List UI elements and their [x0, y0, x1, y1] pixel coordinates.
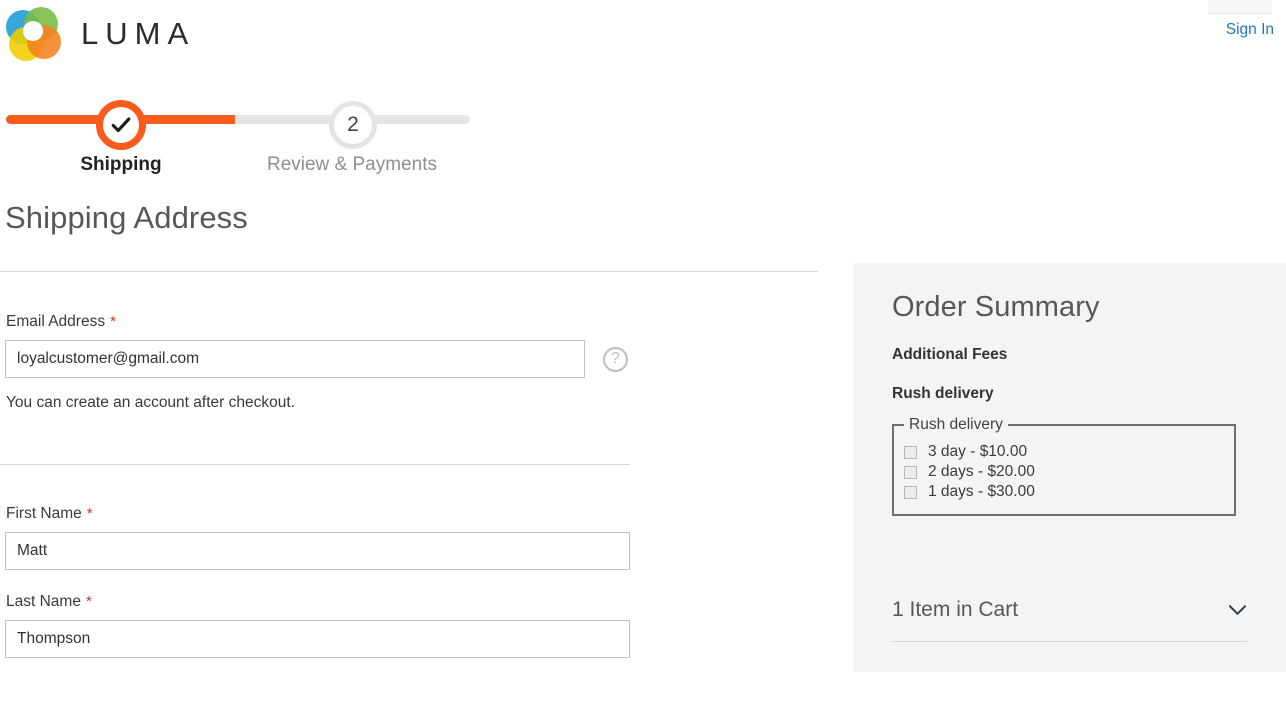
step-label-review-payments[interactable]: Review & Payments [231, 154, 473, 176]
chevron-down-icon[interactable] [1228, 604, 1247, 616]
rush-delivery-heading: Rush delivery [892, 385, 994, 402]
step-marker-review-payments[interactable]: 2 [329, 101, 377, 149]
cart-items-toggle[interactable]: 1 Item in Cart [892, 598, 1247, 642]
rush-option-2-days-label: 2 days - $20.00 [928, 463, 1035, 480]
rush-option-2-days-checkbox[interactable] [904, 465, 917, 479]
order-summary-panel: Order Summary Additional Fees Rush deliv… [853, 263, 1286, 672]
luma-logo-icon [6, 5, 64, 63]
header-corner-panel [1208, 0, 1272, 14]
additional-fees-heading: Additional Fees [892, 346, 1008, 363]
sign-in-link[interactable]: Sign In [1226, 21, 1274, 39]
step-marker-shipping[interactable] [96, 100, 146, 150]
rush-option-1-days[interactable]: 1 days - $30.00 [904, 483, 1224, 501]
email-label-text: Email Address [6, 313, 106, 330]
email-field-label: Email Address * [6, 313, 830, 331]
form-spacer [0, 412, 830, 464]
page-header: LUMA Sign In [0, 0, 1286, 72]
last-name-label-text: Last Name [6, 593, 81, 610]
rush-delivery-legend: Rush delivery [909, 416, 1003, 433]
first-name-required-marker: * [86, 505, 93, 522]
help-question-icon[interactable]: ? [603, 346, 628, 372]
section-divider-top [0, 271, 818, 272]
last-name-field-group: Last Name * [0, 593, 830, 658]
last-name-input[interactable] [5, 620, 630, 658]
brand-wordmark: LUMA [81, 16, 196, 51]
section-divider-middle [0, 464, 630, 465]
cart-items-count-label: 1 Item in Cart [892, 598, 1019, 621]
email-help-note: You can create an account after checkout… [6, 394, 295, 411]
rush-option-1-days-checkbox[interactable] [904, 485, 917, 499]
check-icon [111, 117, 131, 133]
step-label-shipping[interactable]: Shipping [0, 154, 242, 176]
rush-option-3-day-checkbox[interactable] [904, 445, 917, 459]
first-name-field-group: First Name * [0, 505, 830, 570]
email-required-marker: * [110, 313, 116, 330]
last-name-required-marker: * [85, 593, 92, 610]
site-logo[interactable]: LUMA [6, 5, 195, 63]
rush-option-2-days[interactable]: 2 days - $20.00 [904, 463, 1224, 481]
rush-option-1-days-label: 1 days - $30.00 [928, 483, 1035, 500]
email-input-row: ? [5, 340, 830, 378]
rush-option-3-day-label: 3 day - $10.00 [928, 443, 1028, 460]
email-input[interactable] [5, 340, 585, 378]
rush-option-3-day[interactable]: 3 day - $10.00 [904, 443, 1224, 461]
logo-center-hole [23, 21, 43, 41]
rush-delivery-fieldset: Rush delivery 3 day - $10.00 2 days - $2… [892, 416, 1236, 516]
first-name-input[interactable] [5, 532, 630, 570]
email-field-group: Email Address* ? You can create an accou… [0, 313, 830, 412]
page-title: Shipping Address [5, 200, 248, 235]
shipping-address-form: Shipping Address Email Address* ? You ca… [0, 200, 830, 658]
checkout-progress-bar: 2 Shipping Review & Payments [0, 100, 480, 185]
last-name-field-label: Last Name * [6, 593, 830, 611]
first-name-label-text: First Name [6, 505, 82, 522]
first-name-field-label: First Name * [6, 505, 830, 523]
order-summary-title: Order Summary [892, 291, 1100, 323]
